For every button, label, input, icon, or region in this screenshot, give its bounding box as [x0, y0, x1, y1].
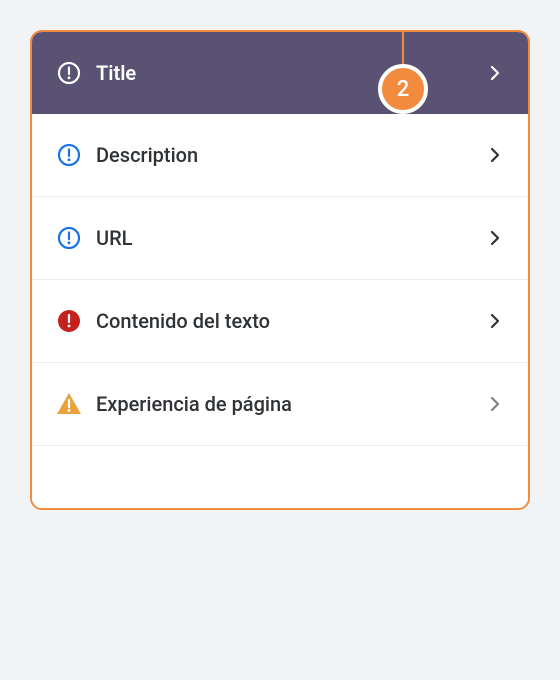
row-description[interactable]: Description: [32, 114, 528, 197]
chevron-right-icon: [486, 146, 504, 164]
row-title[interactable]: Title: [32, 32, 528, 114]
badge-connector: [402, 30, 404, 64]
row-page-experience[interactable]: Experiencia de página: [32, 363, 528, 446]
row-label: Title: [96, 61, 486, 85]
row-label: Experiencia de página: [96, 392, 486, 416]
alert-circle-outline-icon: [56, 142, 82, 168]
chevron-right-icon: [486, 395, 504, 413]
alert-triangle-icon: [56, 391, 82, 417]
callout-badge: 2: [378, 64, 428, 114]
row-url[interactable]: URL: [32, 197, 528, 280]
chevron-right-icon: [486, 229, 504, 247]
row-text-content[interactable]: Contenido del texto: [32, 280, 528, 363]
row-label: Contenido del texto: [96, 309, 486, 333]
row-label: Description: [96, 143, 486, 167]
chevron-right-icon: [486, 64, 504, 82]
chevron-right-icon: [486, 312, 504, 330]
seo-checks-card: 2 Title Description: [30, 30, 530, 510]
alert-circle-outline-icon: [56, 60, 82, 86]
alert-circle-outline-icon: [56, 225, 82, 251]
fade-overlay: [32, 438, 528, 508]
alert-circle-filled-icon: [56, 308, 82, 334]
row-label: URL: [96, 226, 486, 250]
